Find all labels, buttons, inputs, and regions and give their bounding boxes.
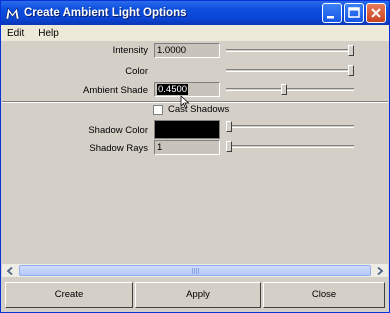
shadow-color-swatch[interactable] xyxy=(154,120,220,139)
intensity-slider[interactable] xyxy=(226,45,354,56)
shadow-color-slider-thumb[interactable] xyxy=(226,121,232,132)
intensity-value: 1.0000 xyxy=(157,45,187,56)
cast-shadows-checkbox[interactable] xyxy=(153,105,163,115)
color-slider-track xyxy=(226,69,354,72)
maximize-icon xyxy=(348,7,360,18)
close-icon xyxy=(371,8,381,18)
maya-app-icon xyxy=(5,6,20,19)
minimize-button[interactable] xyxy=(322,3,342,23)
shadow-rays-label: Shadow Rays xyxy=(89,143,148,154)
intensity-label: Intensity xyxy=(112,45,148,56)
shadow-rays-value: 1 xyxy=(157,142,163,153)
menu-help[interactable]: Help xyxy=(38,28,59,39)
close-button[interactable]: Close xyxy=(263,282,385,308)
scroll-right-arrow-icon[interactable] xyxy=(373,265,386,277)
color-slider-thumb[interactable] xyxy=(348,65,354,76)
shadow-color-slider-track xyxy=(226,125,354,128)
section-separator xyxy=(2,101,388,103)
options-panel: Intensity 1.0000 Color Ambient Shade 0.4… xyxy=(2,41,388,263)
shadow-rays-slider-track xyxy=(226,145,354,148)
shadow-rays-field[interactable]: 1 xyxy=(154,140,220,155)
shadow-rays-slider-thumb[interactable] xyxy=(226,141,232,152)
shadow-color-label: Shadow Color xyxy=(88,125,148,136)
color-label: Color xyxy=(125,66,148,77)
menu-edit[interactable]: Edit xyxy=(7,28,24,39)
intensity-field[interactable]: 1.0000 xyxy=(154,43,220,58)
ambient-shade-value: 0.4500 xyxy=(157,84,189,95)
ambient-shade-slider-track xyxy=(226,88,354,91)
intensity-slider-thumb[interactable] xyxy=(348,45,354,56)
ambient-shade-label: Ambient Shade xyxy=(83,85,148,96)
horizontal-scrollbar[interactable] xyxy=(2,263,388,277)
minimize-icon xyxy=(327,16,334,19)
mouse-cursor-icon xyxy=(180,95,190,109)
close-window-button[interactable] xyxy=(366,3,386,23)
menu-bar: Edit Help xyxy=(1,25,389,41)
maximize-button[interactable] xyxy=(344,3,364,23)
title-bar[interactable]: Create Ambient Light Options xyxy=(1,1,389,25)
button-bar: Create Apply Close xyxy=(2,279,388,312)
create-button[interactable]: Create xyxy=(5,282,133,308)
window-title: Create Ambient Light Options xyxy=(24,7,187,19)
scroll-left-arrow-icon[interactable] xyxy=(4,265,17,277)
intensity-slider-track xyxy=(226,49,354,52)
scrollbar-thumb[interactable] xyxy=(19,265,371,276)
ambient-shade-slider[interactable] xyxy=(226,84,354,95)
shadow-rays-slider[interactable] xyxy=(226,141,354,152)
cast-shadows-label[interactable]: Cast Shadows xyxy=(168,104,229,115)
scrollbar-grip xyxy=(192,268,200,274)
apply-button[interactable]: Apply xyxy=(135,282,261,308)
ambient-shade-slider-thumb[interactable] xyxy=(281,84,287,95)
color-slider[interactable] xyxy=(226,65,354,76)
shadow-color-slider[interactable] xyxy=(226,121,354,132)
options-window: Create Ambient Light Options Edit Help I… xyxy=(0,0,390,313)
